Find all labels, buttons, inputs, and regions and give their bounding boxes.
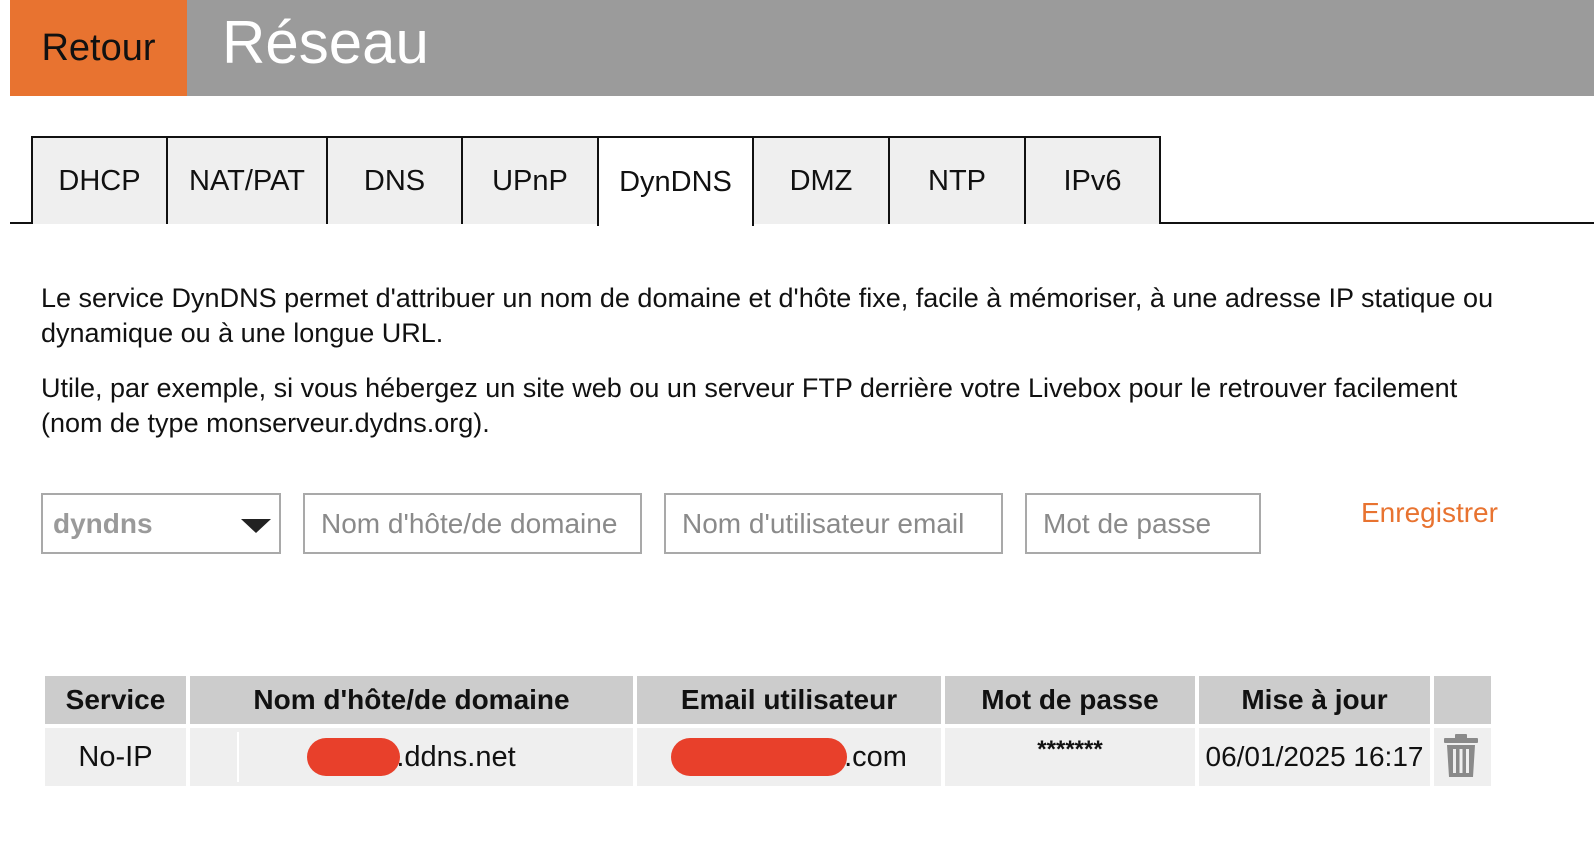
redacted-hostname <box>307 738 401 776</box>
back-button[interactable]: Retour <box>10 0 187 96</box>
cell-password: ******* <box>945 728 1195 786</box>
tab-nat-pat[interactable]: NAT/PAT <box>166 136 328 224</box>
tab-ipv6[interactable]: IPv6 <box>1024 136 1161 224</box>
cell-updated: 06/01/2025 16:17 <box>1199 728 1430 786</box>
cell-service: No-IP <box>45 728 186 786</box>
tab-ntp[interactable]: NTP <box>888 136 1026 224</box>
column-header-updated: Mise à jour <box>1199 676 1430 724</box>
trash-icon[interactable] <box>1441 733 1481 779</box>
description-paragraph-1: Le service DynDNS permet d'attribuer un … <box>41 283 1494 348</box>
column-header-actions <box>1434 676 1491 724</box>
email-suffix: .com <box>844 740 907 773</box>
cell-divider <box>237 732 239 782</box>
tab-dmz[interactable]: DMZ <box>752 136 890 224</box>
tab-dhcp[interactable]: DHCP <box>31 136 168 224</box>
column-header-hostname: Nom d'hôte/de domaine <box>190 676 633 724</box>
service-select-value: dyndns <box>53 507 153 539</box>
column-header-password: Mot de passe <box>945 676 1195 724</box>
tab-dyndns[interactable]: DynDNS <box>597 136 754 226</box>
tab-upnp[interactable]: UPnP <box>461 136 599 224</box>
description-paragraph-2: Utile, par exemple, si vous hébergez un … <box>41 373 1458 438</box>
tab-dns[interactable]: DNS <box>326 136 463 224</box>
column-header-service: Service <box>45 676 186 724</box>
password-input[interactable]: Mot de passe <box>1025 493 1261 554</box>
hostname-suffix: .ddns.net <box>396 740 516 773</box>
cell-hostname: .ddns.net <box>190 728 633 786</box>
save-link[interactable]: Enregistrer <box>1361 497 1498 529</box>
tab-bar: DHCP NAT/PAT DNS UPnP DynDNS DMZ NTP IPv… <box>31 136 1161 226</box>
hostname-input[interactable]: Nom d'hôte/de domaine <box>303 493 642 554</box>
top-header: Retour Réseau <box>10 0 1594 96</box>
column-header-email: Email utilisateur <box>637 676 941 724</box>
redacted-email <box>671 738 848 776</box>
chevron-down-icon <box>241 519 271 533</box>
page-title: Réseau <box>222 9 429 76</box>
cell-email: .com <box>637 728 941 786</box>
service-select[interactable]: dyndns <box>41 493 281 554</box>
username-email-input[interactable]: Nom d'utilisateur email <box>664 493 1003 554</box>
